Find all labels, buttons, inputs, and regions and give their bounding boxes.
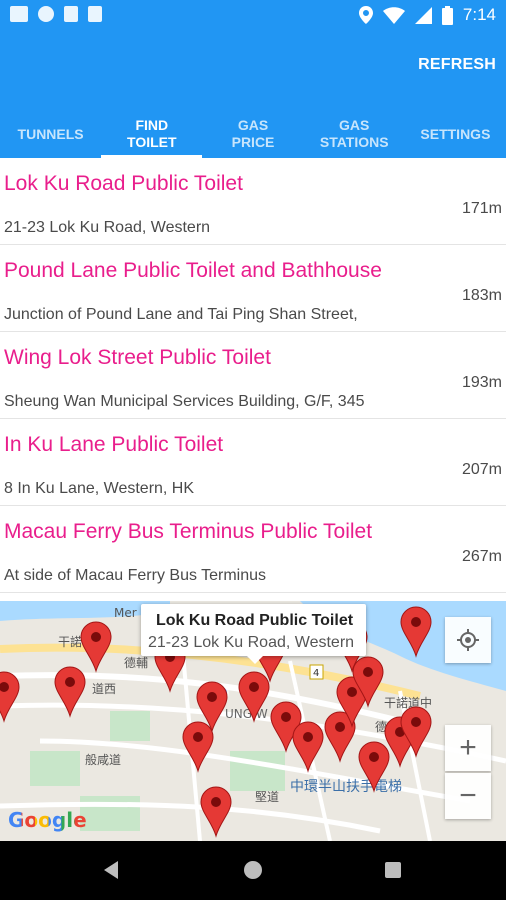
google-logo: Google — [8, 808, 87, 832]
gmail-icon — [10, 6, 28, 22]
marker-dot — [369, 752, 379, 762]
marker-dot — [281, 712, 291, 722]
marker-dot — [303, 732, 313, 742]
recents-icon[interactable] — [385, 862, 401, 878]
plus-icon: + — [459, 731, 477, 764]
marker-dot — [91, 632, 101, 642]
tab-find-toilet[interactable]: FIND TOILET — [101, 110, 203, 158]
zoom-out-button[interactable]: − — [445, 773, 491, 819]
toilet-name: In Ku Lane Public Toilet — [4, 433, 224, 456]
marker-dot — [207, 692, 217, 702]
refresh-button[interactable]: REFRESH — [418, 56, 496, 74]
park — [30, 751, 80, 786]
marker-dot — [411, 617, 421, 627]
list-item[interactable]: Pound Lane Public Toilet and Bathhouse J… — [0, 245, 506, 332]
info-subtitle: 21-23 Lok Ku Road, Western — [148, 634, 355, 651]
marker-dot — [335, 722, 345, 732]
list-item[interactable]: Wing Lok Street Public Toilet Sheung Wan… — [0, 332, 506, 419]
park — [110, 711, 150, 741]
toilet-name: Macau Ferry Bus Terminus Public Toilet — [4, 520, 373, 543]
toilet-address: Sheung Wan Municipal Services Building, … — [4, 393, 365, 410]
marker-dot — [249, 682, 259, 692]
tab-settings[interactable]: SETTINGS — [405, 110, 506, 158]
toilet-distance: 207m — [461, 461, 502, 478]
my-location-icon — [457, 629, 479, 651]
park — [80, 796, 140, 831]
map-label: 干諾 — [58, 634, 82, 649]
circle-icon — [38, 6, 54, 22]
my-location-button[interactable] — [445, 617, 491, 663]
marker-dot — [65, 677, 75, 687]
tab-tunnels[interactable]: TUNNELS — [0, 110, 101, 158]
signal-icon — [414, 6, 432, 24]
toilet-address: Junction of Pound Lane and Tai Ping Shan… — [4, 306, 358, 323]
marker-dot — [193, 732, 203, 742]
map-label: 道西 — [92, 682, 116, 696]
map-label: 中環半山扶手電梯 — [290, 779, 402, 795]
map-label: 堅道 — [255, 790, 279, 804]
notification-icons — [10, 6, 102, 22]
toilet-address: 21-23 Lok Ku Road, Western — [4, 219, 211, 236]
map-label: 德輔 — [124, 655, 148, 670]
marker-info-window[interactable]: Lok Ku Road Public Toilet 21-23 Lok Ku R… — [141, 604, 366, 664]
tab-bar: TUNNELS FIND TOILET GAS PRICE GAS STATIO… — [0, 110, 506, 158]
zoom-in-button[interactable]: + — [445, 725, 491, 771]
toilet-distance: 193m — [461, 374, 502, 391]
minus-icon: − — [459, 779, 477, 812]
info-title: Lok Ku Road Public Toilet — [156, 612, 354, 629]
marker-dot — [211, 797, 221, 807]
battery-icon — [441, 5, 453, 25]
toilet-distance: 267m — [461, 548, 502, 565]
marker-dot — [363, 667, 373, 677]
toilet-distance: 183m — [461, 287, 502, 304]
app-bar: REFRESH TUNNELS FIND TOILET GAS PRICE GA… — [0, 30, 506, 158]
route-number: 4 — [313, 668, 319, 679]
toilet-distance: 171m — [461, 200, 502, 217]
toilet-address: At side of Macau Ferry Bus Terminus — [4, 567, 267, 584]
map-label: 般咸道 — [85, 752, 121, 767]
tab-gas-stations[interactable]: GAS STATIONS — [304, 110, 405, 158]
park — [230, 751, 285, 791]
marker-dot — [347, 687, 357, 697]
list-item[interactable]: Lok Ku Road Public Toilet 21-23 Lok Ku R… — [0, 158, 506, 245]
home-icon[interactable] — [244, 861, 262, 879]
toilet-name: Lok Ku Road Public Toilet — [4, 172, 243, 195]
sd-card-icon — [64, 6, 78, 22]
wifi-icon — [382, 6, 405, 24]
toilet-list: Lok Ku Road Public Toilet 21-23 Lok Ku R… — [0, 158, 506, 601]
toilet-address: 8 In Ku Lane, Western, HK — [4, 480, 195, 497]
list-item[interactable]: Macau Ferry Bus Terminus Public Toilet A… — [0, 506, 506, 593]
map-label: 干諾道中 — [384, 695, 432, 710]
clock: 7:14 — [462, 5, 496, 24]
marker-dot — [411, 717, 421, 727]
list-item[interactable]: In Ku Lane Public Toilet 8 In Ku Lane, W… — [0, 419, 506, 506]
toilet-name: Wing Lok Street Public Toilet — [4, 346, 271, 369]
system-nav-bar — [0, 841, 506, 900]
check-icon — [88, 6, 102, 22]
status-bar: 7:14 — [0, 0, 506, 30]
location-icon — [358, 6, 373, 24]
back-icon[interactable] — [104, 861, 118, 879]
tab-gas-price[interactable]: GAS PRICE — [202, 110, 303, 158]
map-label: UNG W — [225, 707, 268, 721]
toilet-name: Pound Lane Public Toilet and Bathhouse — [4, 259, 382, 282]
map-label: Mer — [114, 606, 137, 620]
